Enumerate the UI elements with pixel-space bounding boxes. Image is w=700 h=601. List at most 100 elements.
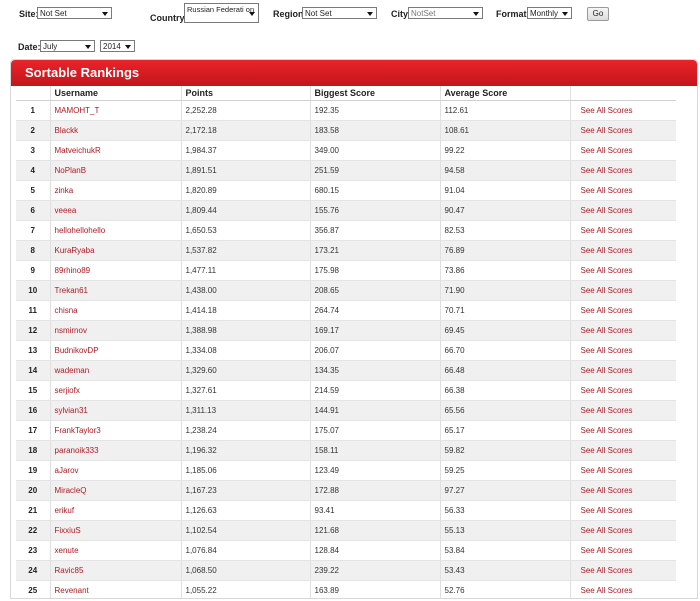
username-link[interactable]: serjiofx [49,380,181,401]
biggest-score-cell: 356.87 [309,220,440,241]
average-score-cell: 108.61 [439,120,570,141]
average-score-cell: 70.71 [439,300,570,321]
username-link[interactable]: Revenant [49,580,181,598]
table-row: 2 Blackk 2,172.18 183.58 108.61 See All Score… [16,120,676,141]
chevron-down-icon [85,45,91,49]
points-cell: 1,327.61 [180,380,310,401]
year-select[interactable]: 2014 [100,40,135,52]
username-link[interactable]: MatveichukR [49,140,181,161]
username-link[interactable]: chisna [49,300,181,321]
see-all-scores-link[interactable]: See All Scores [569,160,676,181]
username-link[interactable]: aJarov [49,460,181,481]
biggest-score-cell: 155.76 [309,200,440,221]
go-button[interactable]: Go [587,7,609,21]
see-all-scores-link[interactable]: See All Scores [569,220,676,241]
username-link[interactable]: nsmirnov [49,320,181,341]
username-link[interactable]: erikuf [49,500,181,521]
rank-cell: 6 [16,200,50,221]
username-link[interactable]: zinka [49,180,181,201]
format-label: Format: [496,9,530,19]
rank-cell: 20 [16,480,50,501]
see-all-scores-link[interactable]: See All Scores [569,320,676,341]
city-select[interactable]: NotSet [408,7,483,19]
biggest-score-cell: 175.98 [309,260,440,281]
points-cell: 1,126.63 [180,500,310,521]
table-row: 22 FixxiuS 1,102.54 121.68 55.13 See All Scor… [16,520,676,541]
see-all-scores-link[interactable]: See All Scores [569,240,676,261]
table-row: 7 hellohellohello 1,650.53 356.87 82.53 See A… [16,220,676,241]
username-link[interactable]: xenute [49,540,181,561]
panel-title: Sortable Rankings [25,65,140,80]
format-select[interactable]: Monthly [527,7,572,19]
username-link[interactable]: MiracleQ [49,480,181,501]
username-link[interactable]: NoPlanB [49,160,181,181]
username-link[interactable]: paranoik333 [49,440,181,461]
points-cell: 1,167.23 [180,480,310,501]
table-row: 5 zinka 1,820.89 680.15 91.04 See All Scores [16,180,676,201]
see-all-scores-link[interactable]: See All Scores [569,520,676,541]
month-select[interactable]: July [40,40,95,52]
username-link[interactable]: MAMOHT_T [49,100,181,121]
see-all-scores-link[interactable]: See All Scores [569,340,676,361]
column-header-average-score[interactable]: Average Score [439,86,570,101]
average-score-cell: 73.86 [439,260,570,281]
see-all-scores-link[interactable]: See All Scores [569,460,676,481]
region-select[interactable]: Not Set [302,7,377,19]
site-select[interactable]: Not Set [37,7,112,19]
see-all-scores-link[interactable]: See All Scores [569,120,676,141]
table-row: 15 serjiofx 1,327.61 214.59 66.38 See All Sco… [16,380,676,401]
see-all-scores-link[interactable]: See All Scores [569,280,676,301]
see-all-scores-link[interactable]: See All Scores [569,480,676,501]
column-header-biggest-score[interactable]: Biggest Score [309,86,440,101]
see-all-scores-link[interactable]: See All Scores [569,580,676,598]
username-link[interactable]: Ravic85 [49,560,181,581]
see-all-scores-link[interactable]: See All Scores [569,360,676,381]
table-row: 8 KuraRyaba 1,537.82 173.21 76.89 See All Sco… [16,240,676,261]
see-all-scores-link[interactable]: See All Scores [569,540,676,561]
see-all-scores-link[interactable]: See All Scores [569,500,676,521]
country-select[interactable]: Russian Federati on [184,3,259,23]
see-all-scores-link[interactable]: See All Scores [569,400,676,421]
username-link[interactable]: veeea [49,200,181,221]
rank-cell: 14 [16,360,50,381]
username-link[interactable]: sylvian31 [49,400,181,421]
table-row: 13 BudnikovDP 1,334.08 206.07 66.70 See All S… [16,340,676,361]
username-link[interactable]: hellohellohello [49,220,181,241]
see-all-scores-link[interactable]: See All Scores [569,200,676,221]
see-all-scores-link[interactable]: See All Scores [569,420,676,441]
username-link[interactable]: Blackk [49,120,181,141]
average-score-cell: 59.82 [439,440,570,461]
see-all-scores-link[interactable]: See All Scores [569,260,676,281]
see-all-scores-link[interactable]: See All Scores [569,300,676,321]
username-link[interactable]: FixxiuS [49,520,181,541]
see-all-scores-link[interactable]: See All Scores [569,180,676,201]
see-all-scores-link[interactable]: See All Scores [569,440,676,461]
biggest-score-cell: 183.58 [309,120,440,141]
points-cell: 1,055.22 [180,580,310,598]
average-score-cell: 65.17 [439,420,570,441]
column-header-rank[interactable] [16,86,50,101]
biggest-score-cell: 123.49 [309,460,440,481]
biggest-score-cell: 172.88 [309,480,440,501]
username-link[interactable]: BudnikovDP [49,340,181,361]
rank-cell: 24 [16,560,50,581]
points-cell: 1,537.82 [180,240,310,261]
username-link[interactable]: FrankTaylor3 [49,420,181,441]
username-link[interactable]: wademan [49,360,181,381]
see-all-scores-link[interactable]: See All Scores [569,140,676,161]
rank-cell: 3 [16,140,50,161]
username-link[interactable]: KuraRyaba [49,240,181,261]
table-row: 12 nsmirnov 1,388.98 169.17 69.45 See All Sco… [16,320,676,341]
column-header-username[interactable]: Username [49,86,181,101]
table-row: 18 paranoik333 1,196.32 158.11 59.82 See All … [16,440,676,461]
username-link[interactable]: Trekan61 [49,280,181,301]
username-link[interactable]: 89rhino89 [49,260,181,281]
rank-cell: 4 [16,160,50,181]
see-all-scores-link[interactable]: See All Scores [569,380,676,401]
see-all-scores-link[interactable]: See All Scores [569,560,676,581]
see-all-scores-link[interactable]: See All Scores [569,100,676,121]
column-header-points[interactable]: Points [180,86,310,101]
average-score-cell: 112.61 [439,100,570,121]
biggest-score-cell: 251.59 [309,160,440,181]
biggest-score-cell: 169.17 [309,320,440,341]
